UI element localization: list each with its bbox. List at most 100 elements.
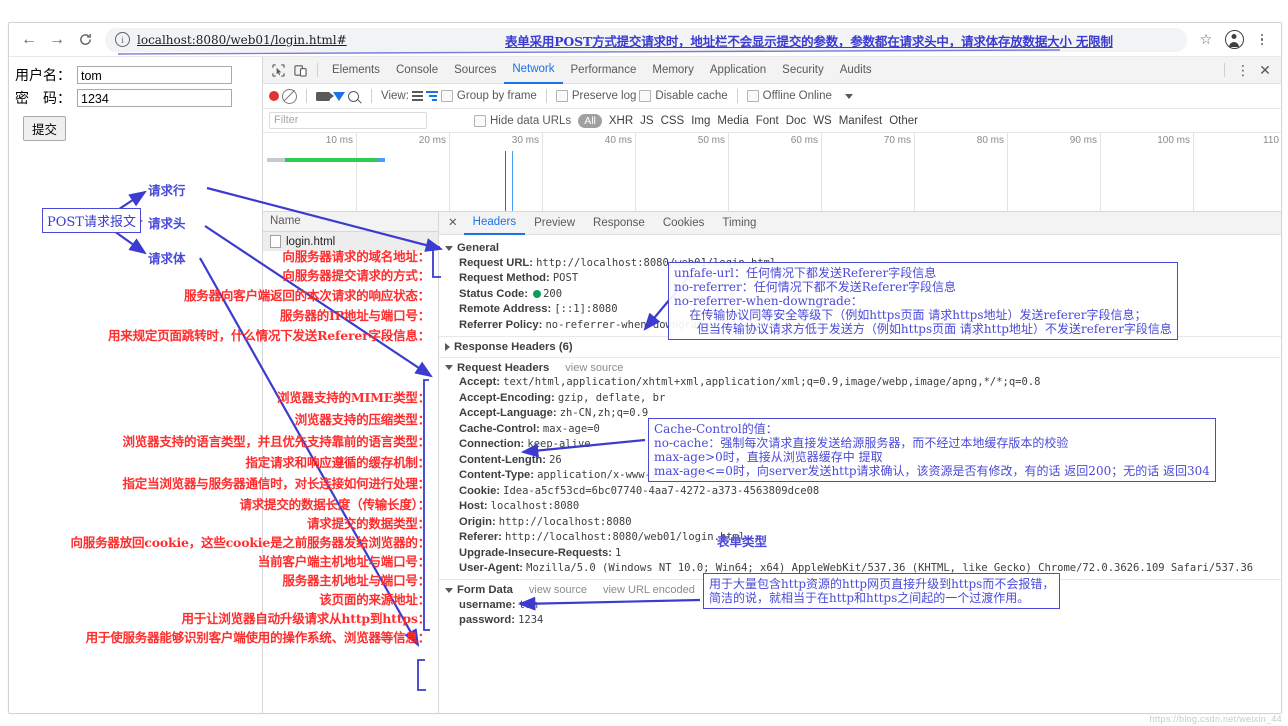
back-icon[interactable]: ← [15,26,43,54]
tab-memory[interactable]: Memory [644,58,702,83]
search-icon[interactable] [348,90,359,102]
detail-tab-headers[interactable]: Headers [463,212,526,235]
password-input[interactable]: 1234 [77,89,232,107]
filter-type-manifest[interactable]: Manifest [839,115,882,127]
disable-cache-checkbox[interactable] [639,90,652,102]
preserve-log-option[interactable]: Preserve log [555,90,637,102]
nt-divider-3 [545,89,547,103]
tab-network[interactable]: Network [504,57,563,84]
watermark: https://blog.csdn.net/weixin_44 [1149,714,1282,724]
browser-content: 用户名： tom 密 码： 1234 提交 Elements Console S… [9,57,1281,713]
filter-type-font[interactable]: Font [756,115,779,127]
reload-icon[interactable] [71,26,99,54]
overview-tick-50ms: 50 ms [697,135,725,146]
submit-button[interactable]: 提交 [23,116,67,141]
chevron-down-icon[interactable] [844,93,853,99]
network-overview-timeline[interactable]: 10 ms 20 ms 30 ms 40 ms 50 ms 60 ms 70 m… [263,133,1281,212]
detail-tab-response[interactable]: Response [584,213,654,234]
section-general[interactable]: General [445,242,1281,254]
preserve-log-checkbox[interactable] [555,90,568,102]
hide-data-urls-label: Hide data URLs [490,114,572,127]
chevron-down-icon[interactable] [445,587,453,593]
filter-type-doc[interactable]: Doc [786,115,806,127]
capture-screenshots-icon[interactable] [316,91,334,101]
filter-type-media[interactable]: Media [717,115,748,127]
bookmark-star-icon[interactable]: ☆ [1193,27,1219,53]
filter-type-all[interactable]: All [578,113,602,128]
disable-cache-option[interactable]: Disable cache [639,90,728,102]
section-general-title: General [457,242,500,254]
device-toolbar-icon[interactable] [289,60,311,80]
filter-type-other[interactable]: Other [889,115,918,127]
tab-application[interactable]: Application [702,58,774,83]
form-row-username: username: tom [445,599,1281,612]
header-row-request-url: Request URL: http://localhost:8080/web01… [445,257,1281,270]
browser-menu-icon[interactable] [1249,27,1275,53]
form-key: username: [459,598,516,611]
header-value: http://localhost:8080 [498,515,632,528]
view-source-link[interactable]: view source [565,362,623,374]
filter-type-img[interactable]: Img [691,115,710,127]
section-form-data[interactable]: Form Data view source view URL encoded [445,584,1281,596]
header-value: http://localhost:8080/web01/login.html [536,256,777,269]
table-row[interactable]: login.html [263,232,438,251]
filter-input[interactable]: Filter [269,112,427,129]
address-bar[interactable]: i localhost:8080/web01/login.html# 表单采用P… [105,27,1187,52]
header-key: Cookie: [459,484,501,497]
header-value: POST [552,272,579,284]
waterfall-view-icon[interactable] [425,90,438,102]
offline-option[interactable]: Offline [746,90,796,102]
site-info-icon[interactable]: i [115,32,130,47]
preserve-log-label: Preserve log [571,90,637,102]
inspect-element-icon[interactable] [267,60,289,80]
header-value: no-referrer-when-downgrade [545,318,710,331]
header-key: Content-Type: [459,469,534,481]
group-by-frame-checkbox[interactable] [440,90,453,102]
record-icon[interactable] [269,91,279,101]
section-form-data-title: Form Data [457,584,513,596]
filter-type-ws[interactable]: WS [813,115,832,127]
forward-icon[interactable]: → [43,26,71,54]
detail-tab-preview[interactable]: Preview [525,213,584,234]
detail-tab-cookies[interactable]: Cookies [654,213,714,234]
tab-elements[interactable]: Elements [324,58,388,83]
form-view-url-encoded-link[interactable]: view URL encoded [603,584,695,596]
group-by-frame-option[interactable]: Group by frame [440,90,537,102]
filter-icon[interactable] [333,91,345,101]
chevron-down-icon[interactable] [445,365,453,370]
section-request-headers[interactable]: Request Headers view source [445,362,1281,374]
detail-close-icon[interactable]: ✕ [442,213,464,234]
chevron-right-icon[interactable] [445,342,450,351]
offline-checkbox[interactable] [746,90,759,102]
throttling-value[interactable]: Online [799,90,832,102]
list-view-icon[interactable] [411,90,423,102]
section-response-headers[interactable]: Response Headers (6) [445,341,1281,353]
filter-type-js[interactable]: JS [640,115,653,127]
chevron-down-icon[interactable] [445,245,453,251]
tab-performance[interactable]: Performance [563,58,645,83]
header-key: Accept: [459,376,501,388]
filter-type-xhr[interactable]: XHR [609,115,633,127]
header-row-remote-address: Remote Address: [::1]:8080 [445,303,1281,316]
overview-tick-40ms: 40 ms [604,135,632,146]
header-row-upgrade-insecure-requests: Upgrade-Insecure-Requests: 1 [445,547,1281,560]
tab-console[interactable]: Console [388,58,446,83]
tab-sources[interactable]: Sources [446,58,504,83]
username-input[interactable]: tom [77,66,232,84]
profile-avatar-icon[interactable] [1221,27,1247,53]
hide-data-urls-checkbox[interactable] [474,114,486,127]
devtools-close-icon[interactable]: ✕ [1255,62,1275,79]
filter-type-css[interactable]: CSS [661,115,685,127]
tab-audits[interactable]: Audits [832,58,880,83]
detail-tabbar: ✕ Headers Preview Response Cookies Timin… [439,212,1281,235]
login-page-pane: 用户名： tom 密 码： 1234 提交 [9,57,263,713]
clear-icon[interactable] [282,88,297,104]
devtools-more-icon[interactable]: ⋮ [1233,62,1253,79]
devtools-tabbar-right: ⋮ ✕ [1218,62,1277,79]
tab-security[interactable]: Security [774,58,832,83]
hide-data-urls-option[interactable]: Hide data URLs [474,114,572,127]
headers-body: General Request URL: http://localhost:80… [439,235,1281,713]
form-view-source-link[interactable]: view source [529,584,587,596]
detail-tab-timing[interactable]: Timing [713,213,765,234]
header-key: Content-Length: [459,453,546,466]
